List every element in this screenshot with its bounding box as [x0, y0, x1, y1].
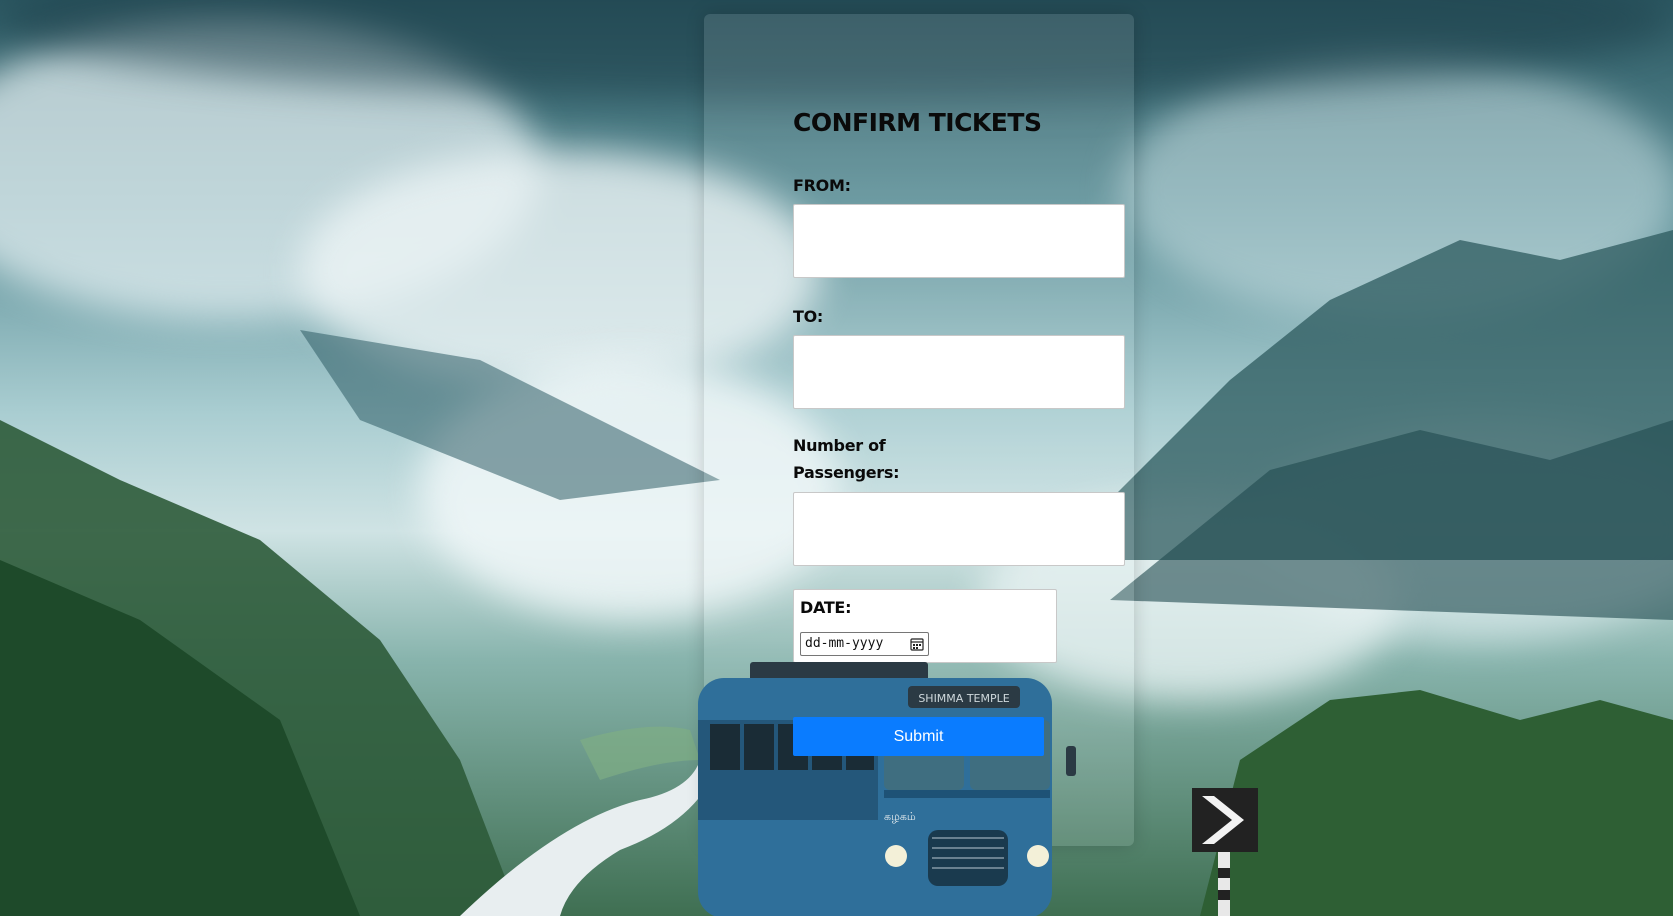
from-label: FROM:	[793, 176, 851, 195]
date-input[interactable]: dd-mm-yyyy	[800, 632, 929, 656]
calendar-icon[interactable]	[910, 637, 924, 651]
to-input[interactable]	[793, 335, 1125, 409]
bus-front-text: கழகம்	[884, 810, 916, 823]
date-label: DATE:	[800, 598, 852, 617]
passengers-label: Number of Passengers:	[793, 436, 900, 482]
to-label: TO:	[793, 307, 824, 326]
from-input[interactable]	[793, 204, 1125, 278]
page-title: CONFIRM TICKETS	[793, 108, 1042, 137]
background-scene: CONFIRM TICKETS FROM: TO: Number of Pass…	[0, 0, 1673, 916]
date-placeholder: dd-mm-yyyy	[805, 636, 884, 651]
passengers-input[interactable]	[793, 492, 1125, 566]
bus-image: SHIMMA TEMPLE கழகம்	[698, 662, 1076, 916]
date-section: DATE: dd-mm-yyyy	[793, 589, 1057, 663]
road-sign-image	[1192, 788, 1258, 916]
bus-destination: SHIMMA TEMPLE	[918, 692, 1009, 705]
submit-button[interactable]: Submit	[793, 717, 1044, 756]
